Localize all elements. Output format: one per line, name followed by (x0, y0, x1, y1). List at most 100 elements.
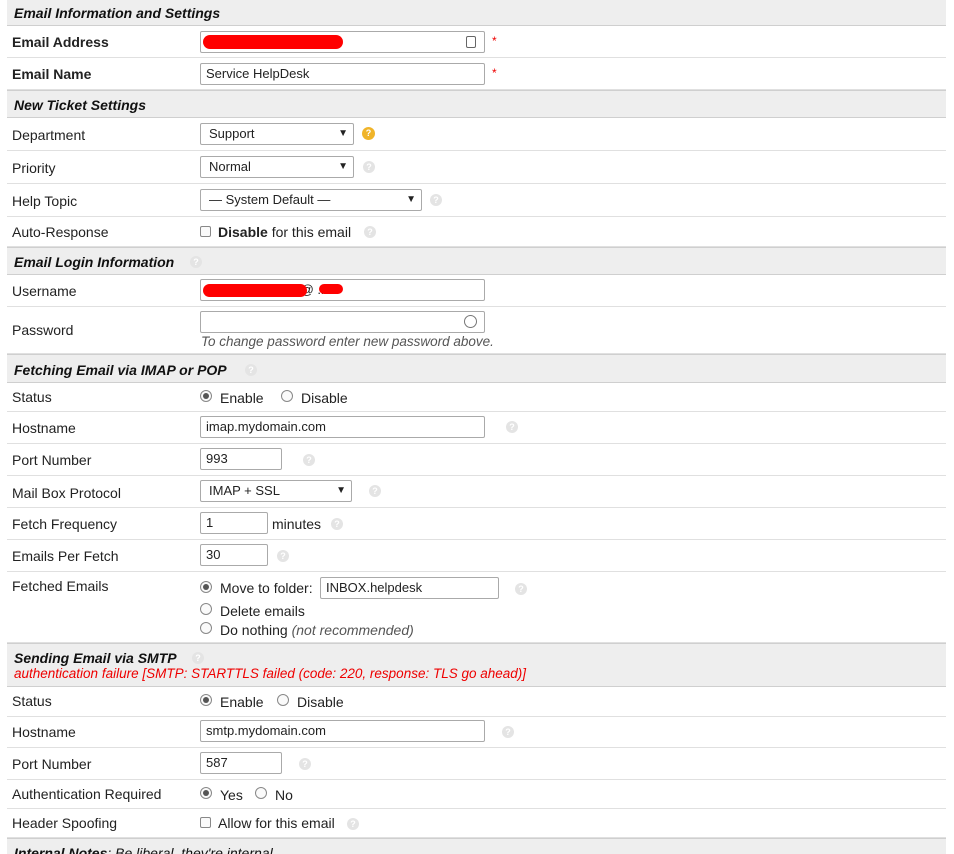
row-fetch-hostname: Hostname imap.mydomain.com ? (7, 412, 946, 444)
fetch-hostname-input[interactable]: imap.mydomain.com (200, 416, 485, 438)
priority-label: Priority (12, 160, 56, 176)
section-title: Fetching Email via IMAP or POP (14, 362, 227, 378)
question-circle-icon[interactable]: ? (430, 194, 442, 206)
fetch-status-label: Status (12, 389, 52, 405)
section-header-sending: Sending Email via SMTP ? authentication … (7, 643, 946, 687)
username-input[interactable]: t@ .biz (200, 279, 485, 301)
row-priority: Priority Normal ▼ ? (7, 151, 946, 184)
delete-emails-label: Delete emails (220, 603, 305, 619)
fetch-disable-label: Disable (301, 390, 348, 406)
fetch-enable-radio[interactable] (200, 390, 212, 402)
section-title: Sending Email via SMTP (14, 650, 177, 666)
fetch-port-input[interactable]: 993 (200, 448, 282, 470)
send-disable-radio[interactable] (277, 694, 289, 706)
row-protocol: Mail Box Protocol IMAP + SSL ▼ ? (7, 476, 946, 508)
question-circle-icon[interactable]: ? (362, 127, 375, 140)
send-hostname-label: Hostname (12, 724, 76, 740)
required-mark: * (492, 34, 497, 48)
folder-input[interactable]: INBOX.helpdesk (320, 577, 499, 599)
department-select[interactable]: Support ▼ (200, 123, 354, 145)
row-send-port: Port Number 587 ? (7, 748, 946, 780)
row-emails-per-fetch: Emails Per Fetch 30 ? (7, 540, 946, 572)
redaction-mark (203, 284, 307, 297)
section-header-internal-notes: Internal Notes: Be liberal, they're inte… (7, 838, 946, 854)
protocol-select[interactable]: IMAP + SSL ▼ (200, 480, 352, 502)
do-nothing-label: Do nothing (not recommended) (220, 622, 414, 638)
department-label: Department (12, 127, 86, 143)
auth-yes-label: Yes (220, 787, 243, 803)
row-send-status: Status Enable Disable (7, 687, 946, 717)
do-nothing-radio[interactable] (200, 622, 212, 634)
auto-response-checkbox[interactable] (200, 226, 211, 237)
row-password: Password To change password enter new pa… (7, 307, 946, 354)
contact-card-icon (466, 36, 476, 48)
move-to-folder-label: Move to folder: (220, 580, 313, 596)
username-label: Username (12, 283, 77, 299)
fetch-frequency-input[interactable]: 1 (200, 512, 268, 534)
question-circle-icon[interactable]: ? (192, 652, 204, 664)
row-auto-response: Auto-Response Disable for this email ? (7, 217, 946, 247)
move-to-folder-radio[interactable] (200, 581, 212, 593)
question-circle-icon[interactable]: ? (190, 256, 202, 268)
priority-select[interactable]: Normal ▼ (200, 156, 354, 178)
question-circle-icon[interactable]: ? (347, 818, 359, 830)
chevron-down-icon: ▼ (336, 485, 346, 496)
auth-yes-radio[interactable] (200, 787, 212, 799)
row-fetch-port: Port Number 993 ? (7, 444, 946, 476)
header-spoofing-label: Header Spoofing (12, 815, 118, 831)
question-circle-icon[interactable]: ? (303, 454, 315, 466)
redaction-mark (203, 35, 343, 49)
section-header-email-info: Email Information and Settings (7, 0, 946, 26)
redaction-mark (319, 284, 343, 294)
send-port-input[interactable]: 587 (200, 752, 282, 774)
header-spoofing-text: Allow for this email (218, 815, 335, 831)
key-icon (464, 315, 477, 328)
auth-required-label: Authentication Required (12, 786, 162, 802)
send-hostname-input[interactable]: smtp.mydomain.com (200, 720, 485, 742)
fetch-frequency-unit: minutes (272, 516, 322, 532)
question-circle-icon[interactable]: ? (299, 758, 311, 770)
question-circle-icon[interactable]: ? (364, 226, 376, 238)
smtp-error-message: authentication failure [SMTP: STARTTLS f… (14, 666, 527, 681)
fetch-hostname-label: Hostname (12, 420, 76, 436)
send-port-label: Port Number (12, 756, 92, 772)
fetch-port-label: Port Number (12, 452, 92, 468)
section-header-login: Email Login Information ? (7, 247, 946, 275)
auth-no-radio[interactable] (255, 787, 267, 799)
section-title: Email Login Information (14, 254, 175, 270)
emails-per-fetch-label: Emails Per Fetch (12, 548, 119, 564)
help-topic-select[interactable]: — System Default — ▼ (200, 189, 422, 211)
send-enable-radio[interactable] (200, 694, 212, 706)
row-fetched-emails: Fetched Emails Move to folder: INBOX.hel… (7, 572, 946, 643)
question-circle-icon[interactable]: ? (245, 364, 257, 376)
question-circle-icon[interactable]: ? (502, 726, 514, 738)
question-circle-icon[interactable]: ? (369, 485, 381, 497)
section-title: Internal Notes: Be liberal, they're inte… (14, 845, 273, 854)
question-circle-icon[interactable]: ? (363, 161, 375, 173)
fetch-enable-label: Enable (220, 390, 264, 406)
question-circle-icon[interactable]: ? (515, 583, 527, 595)
row-fetch-frequency: Fetch Frequency 1 minutes ? (7, 508, 946, 540)
password-input[interactable] (200, 311, 485, 333)
delete-emails-radio[interactable] (200, 603, 212, 615)
fetch-disable-radio[interactable] (281, 390, 293, 402)
question-circle-icon[interactable]: ? (331, 518, 343, 530)
row-fetch-status: Status Enable Disable (7, 383, 946, 412)
email-address-input[interactable] (200, 31, 485, 53)
header-spoofing-checkbox[interactable] (200, 817, 211, 828)
question-circle-icon[interactable]: ? (277, 550, 289, 562)
row-department: Department Support ▼ ? (7, 118, 946, 151)
row-help-topic: Help Topic — System Default — ▼ ? (7, 184, 946, 217)
auto-response-text: Disable for this email (218, 224, 352, 240)
auth-no-label: No (275, 787, 293, 803)
emails-per-fetch-input[interactable]: 30 (200, 544, 268, 566)
question-circle-icon[interactable]: ? (506, 421, 518, 433)
row-header-spoofing: Header Spoofing Allow for this email ? (7, 809, 946, 838)
email-address-label: Email Address (12, 34, 109, 50)
email-name-label: Email Name (12, 66, 92, 82)
fetched-emails-label: Fetched Emails (12, 578, 109, 594)
row-username: Username t@ .biz (7, 275, 946, 307)
send-status-label: Status (12, 693, 52, 709)
email-name-input[interactable]: Service HelpDesk (200, 63, 485, 85)
section-title: New Ticket Settings (14, 97, 147, 113)
